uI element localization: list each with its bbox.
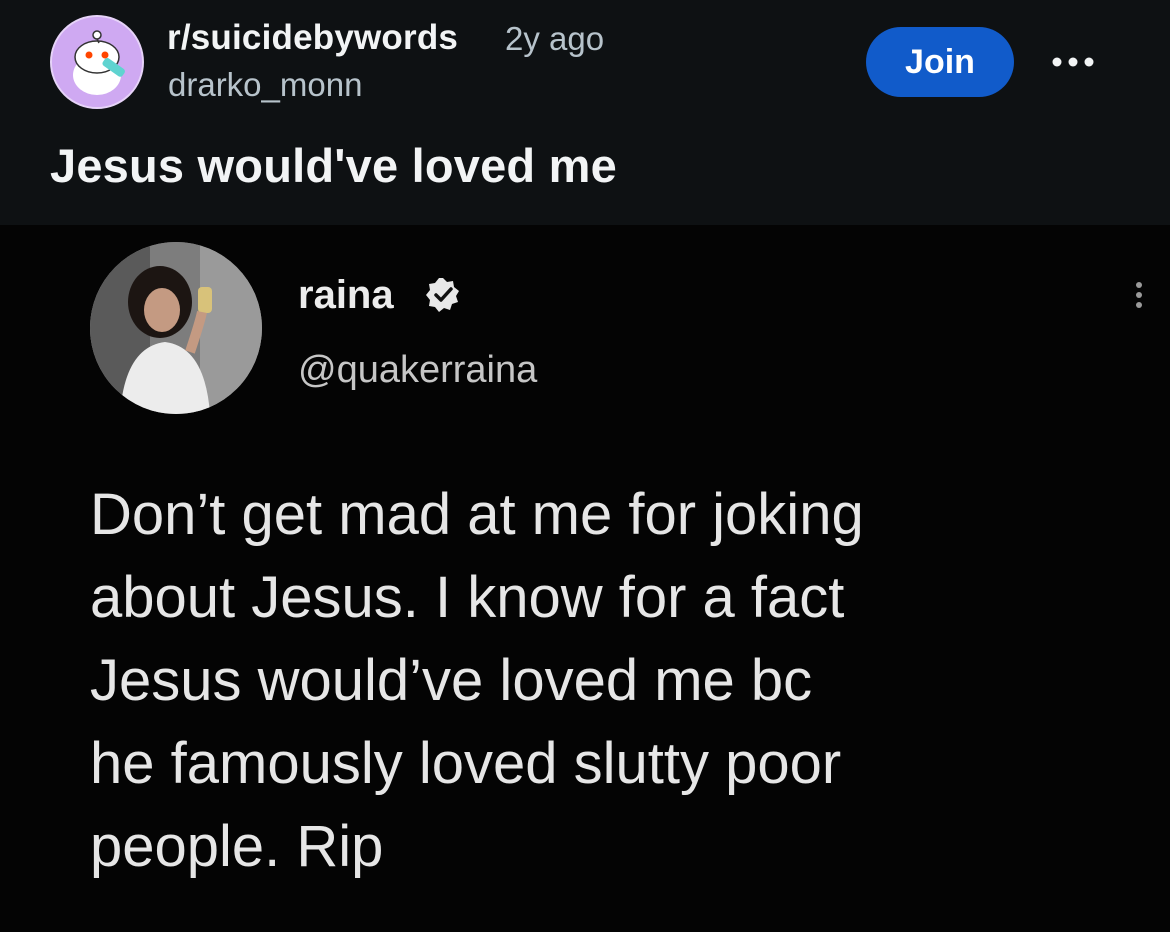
subreddit-avatar-icon[interactable]: [50, 15, 144, 109]
tweet-text-line: Don’t get mad at me for joking: [90, 482, 864, 547]
reddit-post: r/suicidebywords 2y ago drarko_monn Join…: [0, 0, 1170, 932]
tweet-handle: @quakerraina: [298, 349, 538, 391]
tweet-display-name: raina: [298, 273, 394, 317]
post-author[interactable]: drarko_monn: [168, 66, 362, 104]
subreddit-name[interactable]: r/suicidebywords: [167, 18, 458, 58]
post-title[interactable]: Jesus would've loved me: [50, 138, 617, 193]
tweet-text-line: Jesus would’ve loved me bc: [90, 648, 813, 713]
post-header: r/suicidebywords 2y ago drarko_monn Join…: [0, 0, 1170, 225]
more-horizontal-icon[interactable]: [1043, 40, 1103, 84]
tweet-avatar: [90, 242, 262, 414]
tweet-text-line: people. Rip: [90, 814, 384, 879]
tweet-text-line: he famously loved slutty poor: [90, 731, 842, 796]
join-button[interactable]: Join: [866, 27, 1014, 97]
verified-badge-icon: [425, 277, 461, 313]
post-age: 2y ago: [505, 20, 605, 57]
tweet-text: Don’t get mad at me for joking about Jes…: [90, 473, 1110, 888]
tweet-text-line: about Jesus. I know for a fact: [90, 565, 845, 630]
post-image-tweet-screenshot[interactable]: raina @quakerraina Don’t get mad at me f…: [0, 225, 1170, 932]
more-vertical-icon: [1124, 273, 1154, 333]
